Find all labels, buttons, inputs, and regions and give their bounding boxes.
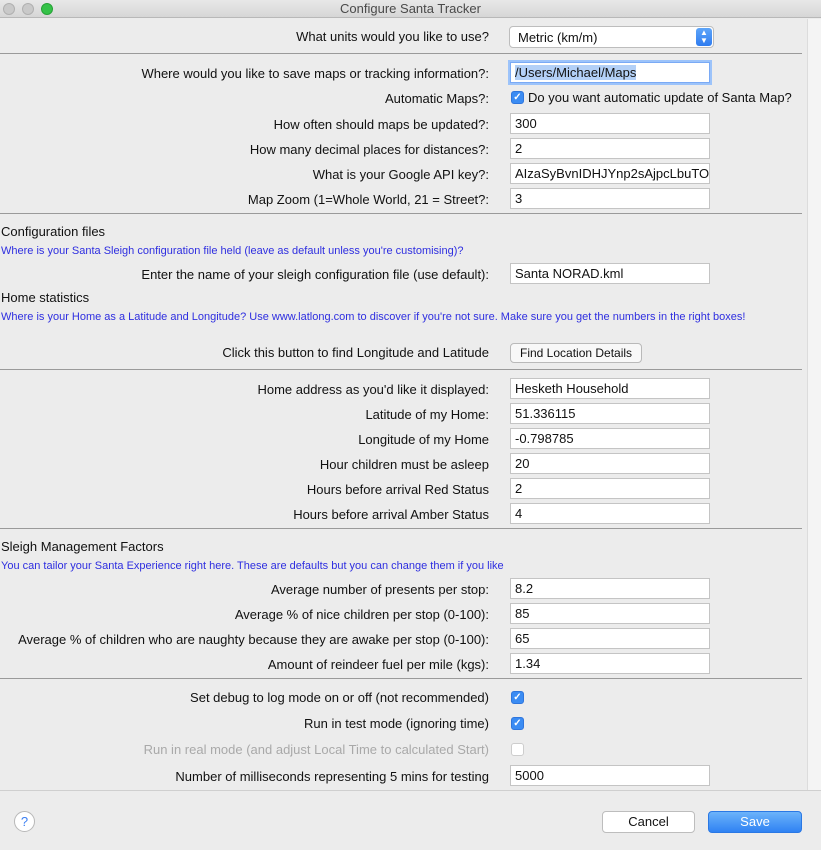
configuration-files-heading: Configuration files: [1, 224, 106, 239]
real-mode-label: Run in real mode (and adjust Local Time …: [143, 742, 489, 757]
map-update-frequency-label: How often should maps be updated?:: [273, 117, 489, 132]
home-statistics-hint: Where is your Home as a Latitude and Lon…: [1, 311, 746, 323]
test-mode-label: Run in test mode (ignoring time): [304, 716, 489, 731]
test-mode-checkbox[interactable]: ✓: [511, 717, 524, 730]
map-zoom-input[interactable]: 3: [510, 188, 710, 209]
longitude-input[interactable]: -0.798785: [510, 428, 710, 449]
sleigh-management-hint: You can tailor your Santa Experience rig…: [1, 560, 504, 572]
debug-mode-label: Set debug to log mode on or off (not rec…: [190, 690, 489, 705]
settings-form: What units would you like to use? Metric…: [0, 19, 807, 790]
reindeer-fuel-input[interactable]: 1.34: [510, 653, 710, 674]
units-label: What units would you like to use?: [296, 29, 489, 44]
units-select[interactable]: Metric (km/m) ▲ ▼: [509, 26, 714, 48]
home-statistics-heading: Home statistics: [1, 290, 90, 305]
decimal-places-input[interactable]: 2: [510, 138, 710, 159]
google-api-key-input[interactable]: AIzaSyBvnIDHJYnp2sAjpcLbuTOBfT: [510, 163, 710, 184]
vertical-scrollbar[interactable]: [807, 19, 821, 790]
find-location-label: Click this button to find Longitude and …: [222, 345, 489, 360]
naughty-children-label: Average % of children who are naughty be…: [18, 632, 489, 647]
home-address-label: Home address as you'd like it displayed:: [257, 382, 489, 397]
select-arrows-icon: ▲ ▼: [696, 28, 712, 46]
debug-mode-checkbox[interactable]: ✓: [511, 691, 524, 704]
test-milliseconds-input[interactable]: 5000: [510, 765, 710, 786]
units-select-value: Metric (km/m): [518, 30, 598, 45]
latitude-label: Latitude of my Home:: [365, 407, 489, 422]
separator: [0, 213, 802, 214]
red-status-hours-label: Hours before arrival Red Status: [306, 482, 489, 497]
real-mode-checkbox[interactable]: [511, 743, 524, 756]
separator: [0, 369, 802, 370]
test-milliseconds-label: Number of milliseconds representing 5 mi…: [175, 769, 489, 784]
sleigh-config-file-label: Enter the name of your sleigh configurat…: [141, 267, 489, 282]
save-button[interactable]: Save: [708, 811, 802, 833]
dialog-footer: ? Cancel Save: [0, 790, 821, 850]
presents-per-stop-label: Average number of presents per stop:: [271, 582, 489, 597]
map-update-frequency-input[interactable]: 300: [510, 113, 710, 134]
sleigh-management-heading: Sleigh Management Factors: [1, 539, 164, 554]
separator: [0, 678, 802, 679]
home-address-input[interactable]: Hesketh Household: [510, 378, 710, 399]
reindeer-fuel-label: Amount of reindeer fuel per mile (kgs):: [267, 657, 489, 672]
window-title: Configure Santa Tracker: [340, 1, 481, 16]
amber-status-hours-input[interactable]: 4: [510, 503, 710, 524]
nice-children-label: Average % of nice children per stop (0-1…: [234, 607, 489, 622]
google-api-key-label: What is your Google API key?:: [312, 167, 489, 182]
automatic-maps-checkbox[interactable]: ✓: [511, 91, 524, 104]
separator: [0, 528, 802, 529]
bedtime-hour-input[interactable]: 20: [510, 453, 710, 474]
find-location-button[interactable]: Find Location Details: [510, 343, 643, 363]
longitude-label: Longitude of my Home: [358, 432, 489, 447]
automatic-maps-label: Automatic Maps?:: [384, 91, 489, 106]
save-location-input[interactable]: /Users/Michael/Maps: [510, 62, 710, 83]
amber-status-hours-label: Hours before arrival Amber Status: [293, 507, 489, 522]
latitude-input[interactable]: 51.336115: [510, 403, 710, 424]
save-location-label: Where would you like to save maps or tra…: [141, 66, 489, 81]
sleigh-config-file-input[interactable]: Santa NORAD.kml: [510, 263, 710, 284]
automatic-maps-checkbox-label: Do you want automatic update of Santa Ma…: [528, 90, 792, 105]
nice-children-input[interactable]: 85: [510, 603, 710, 624]
title-bar: Configure Santa Tracker: [0, 0, 821, 18]
cancel-button[interactable]: Cancel: [602, 811, 695, 833]
map-zoom-label: Map Zoom (1=Whole World, 21 = Street?:: [247, 192, 489, 207]
configuration-files-hint: Where is your Santa Sleigh configuration…: [1, 245, 464, 257]
presents-per-stop-input[interactable]: 8.2: [510, 578, 710, 599]
decimal-places-label: How many decimal places for distances?:: [249, 142, 489, 157]
separator: [0, 53, 802, 54]
help-button[interactable]: ?: [14, 811, 35, 832]
naughty-children-input[interactable]: 65: [510, 628, 710, 649]
red-status-hours-input[interactable]: 2: [510, 478, 710, 499]
bedtime-hour-label: Hour children must be asleep: [319, 457, 489, 472]
